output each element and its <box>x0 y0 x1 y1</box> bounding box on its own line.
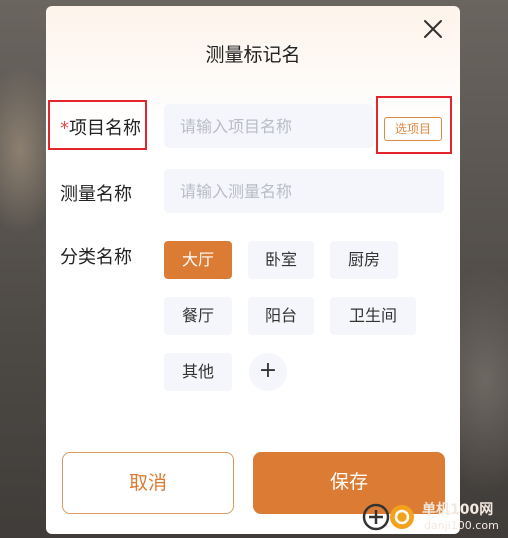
add-category-button[interactable]: + <box>249 353 287 391</box>
measure-name-label: 测量名称 <box>60 184 132 205</box>
gamepad-logo-icon <box>362 503 414 531</box>
category-chip-bathroom[interactable]: 卫生间 <box>330 297 416 335</box>
project-name-input[interactable] <box>164 104 374 148</box>
project-name-label: *项目名称 <box>60 114 141 140</box>
dialog-title: 测量标记名 <box>205 44 301 66</box>
project-name-label-text: 项目名称 <box>69 118 141 139</box>
category-chip-kitchen[interactable]: 厨房 <box>330 241 398 279</box>
close-icon <box>424 20 442 38</box>
required-mark: * <box>60 118 69 139</box>
category-chip-living-room[interactable]: 大厅 <box>164 241 232 279</box>
watermark-domain: danji100.com <box>424 519 499 532</box>
measure-name-input[interactable] <box>164 169 444 213</box>
site-watermark: 单机100网 danji100.com <box>360 497 508 537</box>
category-chip-bedroom[interactable]: 卧室 <box>248 241 314 279</box>
watermark-name: 单机100网 <box>422 502 494 518</box>
category-label: 分类名称 <box>60 247 132 268</box>
measure-name-dialog: 测量标记名 *项目名称 选项目 测量名称 分类名称 大厅 卧室 厨房 餐厅 阳台… <box>46 6 460 534</box>
cancel-button[interactable]: 取消 <box>62 452 234 514</box>
category-chip-other[interactable]: 其他 <box>164 353 232 391</box>
category-chip-dining-room[interactable]: 餐厅 <box>164 297 232 335</box>
category-chip-balcony[interactable]: 阳台 <box>248 297 314 335</box>
close-button[interactable] <box>420 16 446 42</box>
select-project-button[interactable]: 选项目 <box>384 117 442 141</box>
